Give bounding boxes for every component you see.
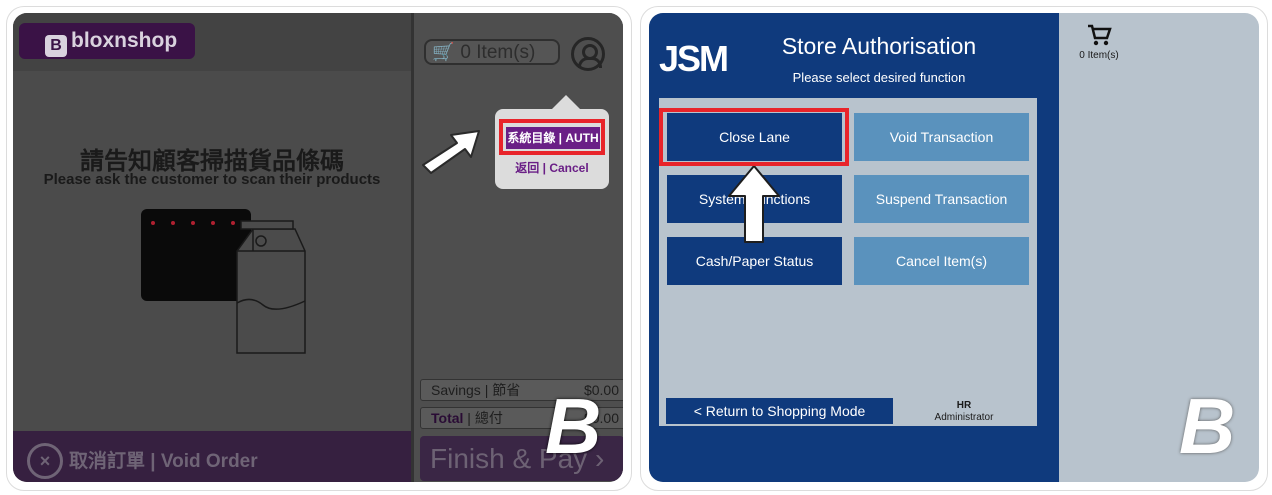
brand-icon: B [45,35,67,57]
suspend-transaction-button[interactable]: Suspend Transaction [854,175,1029,223]
highlight-box [659,108,849,166]
cart-icon: 🛒 [432,42,455,62]
top-bar: Bbloxnshop [13,13,411,71]
total-label-en: Total [431,410,464,426]
milk-carton-icon [236,220,306,354]
void-order-label: 取消訂單 | Void Order [69,451,258,472]
void-order-button[interactable]: × 取消訂單 | Void Order [27,443,258,479]
cart-count: 0 Item(s) [460,42,536,63]
cart-indicator: 0 Item(s) [1069,23,1129,61]
page-subtitle: Please select desired function [792,70,966,85]
bottom-bar: × 取消訂單 | Void Order [13,431,411,482]
page-title: Store Authorisation [781,33,977,59]
highlight-box [499,119,605,155]
bloxnshop-screen: Bbloxnshop 請告知顧客掃描貨品條碼 Please ask the cu… [13,13,623,482]
auth-popup-menu: 系統目錄 | AUTH 返回 | Cancel [495,95,609,189]
return-to-shopping-button[interactable]: < Return to Shopping Mode [666,398,893,424]
watermark-b-logo: B [545,382,602,470]
brand-name: bloxnshop [71,29,178,52]
jsm-logo: JSM [659,38,729,79]
bloxnshop-logo: Bbloxnshop [19,23,195,59]
authorisation-panel: JSM Store Authorisation Please select de… [649,13,1059,482]
jsm-screen: JSM Store Authorisation Please select de… [649,13,1259,482]
user-name: HR [956,400,972,411]
savings-label: Savings | 節省 [431,382,521,398]
account-icon[interactable] [571,37,605,71]
left-screenshot-panel: Bbloxnshop 請告知顧客掃描貨品條碼 Please ask the cu… [6,6,632,491]
void-transaction-button[interactable]: Void Transaction [854,113,1029,161]
total-label-zh: | 總付 [463,410,503,426]
right-screenshot-panel: JSM Store Authorisation Please select de… [640,6,1268,491]
cancel-items-button[interactable]: Cancel Item(s) [854,237,1029,285]
user-info: HR Administrator [909,400,1019,424]
cart-icon [1088,24,1112,46]
scan-illustration [141,209,306,354]
annotation-arrow-icon [422,130,480,174]
annotation-up-arrow-icon [728,165,780,243]
cart-indicator[interactable]: 🛒 0 Item(s) [424,39,560,65]
user-role: Administrator [934,412,994,423]
cart-count: 0 Item(s) [1079,50,1119,61]
close-circle-icon: × [27,443,63,479]
instruction-english: Please ask the customer to scan their pr… [43,171,381,188]
popup-cancel-link[interactable]: 返回 | Cancel [495,159,609,176]
watermark-b-logo: B [1179,382,1236,470]
